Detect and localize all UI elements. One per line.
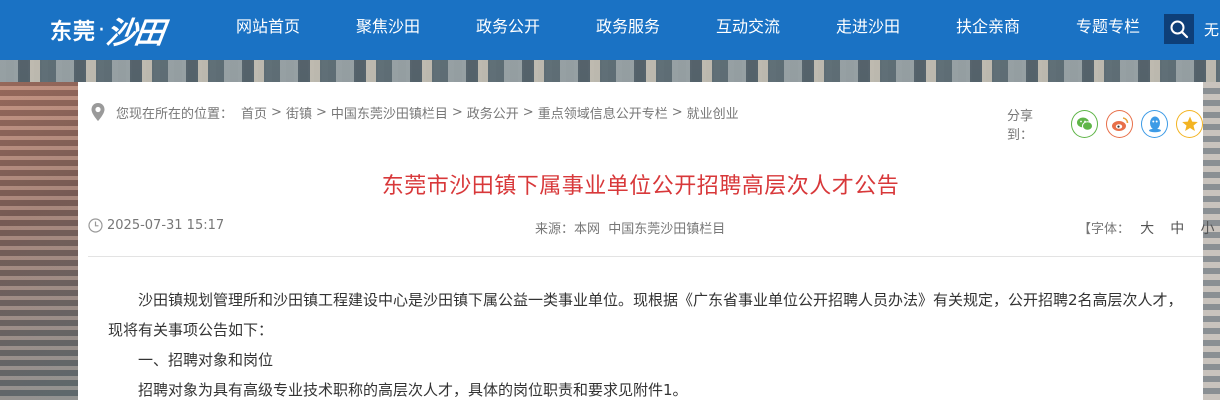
nav-item-interaction[interactable]: 互动交流 [688, 0, 808, 56]
share-wechat-button[interactable] [1071, 110, 1099, 138]
logo-script: 沙田 [104, 16, 165, 51]
breadcrumb-towns[interactable]: 街镇 [286, 103, 312, 122]
breadcrumb-home[interactable]: 首页 [241, 103, 267, 122]
nav-item-about[interactable]: 走进沙田 [808, 0, 928, 56]
article-body: 沙田镇规划管理所和沙田镇工程建设中心是沙田镇下属公益一类事业单位。现根据《广东省… [108, 285, 1193, 400]
clock-icon [88, 218, 103, 233]
article-paragraph: 招聘对象为具有高级专业技术职称的高层次人才，具体的岗位职责和要求见附件1。 [138, 381, 688, 399]
share-label: 分享到： [1007, 109, 1034, 143]
breadcrumb-separator: > [271, 104, 282, 120]
font-size-medium-button[interactable]: 中 [1170, 221, 1184, 237]
accessibility-link[interactable]: 无 [1204, 19, 1219, 40]
wechat-icon [1076, 117, 1093, 131]
nav-item-topics[interactable]: 专题专栏 [1048, 0, 1168, 56]
nav-item-gov-open[interactable]: 政务公开 [448, 0, 568, 56]
meta-divider [88, 256, 1203, 257]
breadcrumb-prefix: 您现在所在的位置： [116, 106, 234, 122]
nav-item-home[interactable]: 网站首页 [208, 0, 328, 56]
search-icon [1170, 20, 1189, 39]
share-qzone-button[interactable] [1176, 110, 1204, 138]
breadcrumb-employment[interactable]: 就业创业 [687, 103, 739, 122]
banner-city-strip [0, 60, 1220, 82]
share-weibo-button[interactable] [1106, 110, 1134, 138]
logo-text: 东莞 [50, 20, 97, 45]
article-paragraph: 沙田镇规划管理所和沙田镇工程建设中心是沙田镇下属公益一类事业单位。现根据《广东省… [108, 291, 1183, 339]
nav-item-gov-service[interactable]: 政务服务 [568, 0, 688, 56]
font-size-small-button[interactable]: 小 [1200, 221, 1214, 237]
share-qq-button[interactable] [1141, 110, 1169, 138]
article-meta: 2025-07-31 15:17 来源：本网 中国东莞沙田镇栏目 【字体： 大 … [88, 218, 1214, 238]
article-title: 东莞市沙田镇下属事业单位公开招聘高层次人才公告 [381, 174, 900, 199]
breadcrumb-separator: > [315, 104, 327, 120]
qzone-star-icon [1181, 116, 1198, 131]
content-panel: 您现在所在的位置： 首页 > 街镇 > 中国东莞沙田镇栏目 > 政务公开 > 重… [78, 82, 1214, 400]
banner-building-right [1203, 82, 1220, 400]
breadcrumb-key-areas[interactable]: 重点领域信息公开专栏 [538, 103, 668, 122]
search-button[interactable] [1164, 14, 1194, 44]
breadcrumb: 您现在所在的位置： 首页 > 街镇 > 中国东莞沙田镇栏目 > 政务公开 > 重… [90, 102, 739, 122]
breadcrumb-separator: > [522, 104, 534, 120]
breadcrumb-separator: > [671, 104, 683, 120]
publish-date-text: 2025-07-31 15:17 [107, 218, 225, 233]
weibo-icon [1111, 117, 1128, 131]
breadcrumb-gov-open[interactable]: 政务公开 [467, 103, 519, 122]
font-size-controls: 【字体： 大 中 小 [1078, 218, 1214, 238]
banner-building-left [0, 82, 78, 400]
top-navigation-bar: 东莞 · 沙田 网站首页 聚焦沙田 政务公开 政务服务 互动交流 走进沙田 扶企… [0, 0, 1220, 60]
site-logo[interactable]: 东莞 · 沙田 [50, 8, 165, 52]
nav-item-focus[interactable]: 聚焦沙田 [328, 0, 448, 56]
qq-icon [1148, 116, 1161, 133]
publish-date: 2025-07-31 15:17 [88, 218, 224, 233]
article-source: 来源：本网 中国东莞沙田镇栏目 [535, 222, 726, 237]
article-section-heading: 一、招聘对象和岗位 [138, 351, 274, 369]
font-size-label: 【字体： [1078, 222, 1131, 237]
location-pin-icon [91, 103, 105, 121]
font-size-large-button[interactable]: 大 [1140, 221, 1154, 237]
breadcrumb-separator: > [451, 104, 463, 120]
share-bar: 分享到： [1007, 105, 1204, 143]
main-nav: 网站首页 聚焦沙田 政务公开 政务服务 互动交流 走进沙田 扶企亲商 专题专栏 [208, 0, 1168, 56]
breadcrumb-shatian-column[interactable]: 中国东莞沙田镇栏目 [331, 103, 448, 122]
logo-dot: · [98, 17, 106, 43]
nav-item-business[interactable]: 扶企亲商 [928, 0, 1048, 56]
